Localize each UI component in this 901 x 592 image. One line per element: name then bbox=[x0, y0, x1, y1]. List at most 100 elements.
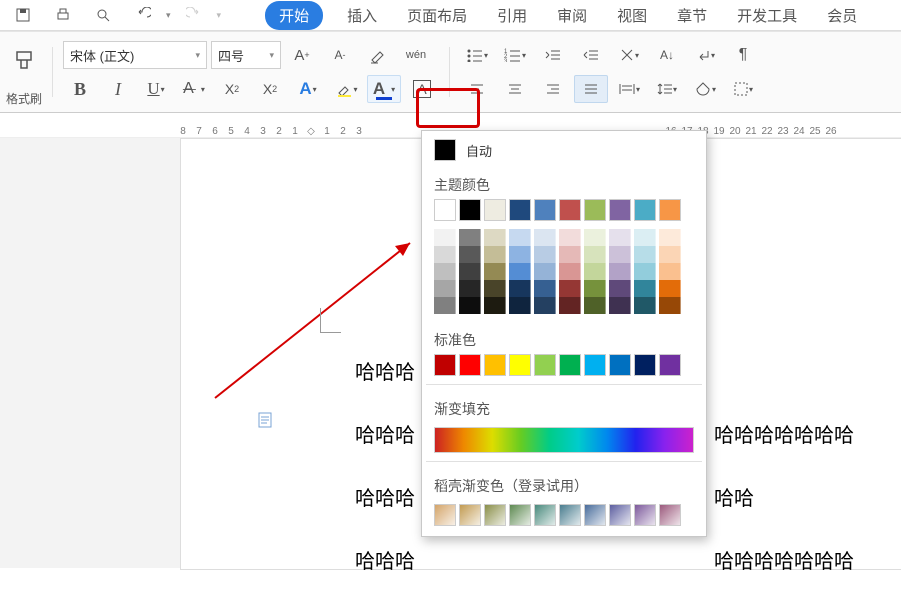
dropdown-caret-icon[interactable]: ▾ bbox=[217, 10, 222, 21]
color-swatch[interactable] bbox=[609, 199, 631, 221]
decrease-indent-button[interactable] bbox=[536, 41, 570, 69]
gradient-swatch[interactable] bbox=[484, 504, 506, 526]
undo-icon[interactable] bbox=[126, 4, 160, 26]
color-swatch[interactable] bbox=[534, 229, 556, 246]
strikethrough-button[interactable]: A—▾ bbox=[177, 75, 211, 103]
color-swatch[interactable] bbox=[559, 199, 581, 221]
page-options-icon[interactable] bbox=[256, 410, 278, 432]
gradient-swatch[interactable] bbox=[434, 504, 456, 526]
color-swatch[interactable] bbox=[534, 354, 556, 376]
color-swatch[interactable] bbox=[459, 229, 481, 246]
color-swatch[interactable] bbox=[584, 280, 606, 297]
text-line[interactable]: 哈哈 bbox=[714, 482, 754, 511]
align-center-button[interactable] bbox=[498, 75, 532, 103]
color-swatch[interactable] bbox=[659, 199, 681, 221]
color-swatch[interactable] bbox=[559, 297, 581, 314]
color-swatch[interactable] bbox=[584, 199, 606, 221]
line-spacing-button[interactable]: ▾ bbox=[650, 75, 684, 103]
color-swatch[interactable] bbox=[584, 297, 606, 314]
color-swatch[interactable] bbox=[484, 246, 506, 263]
color-swatch[interactable] bbox=[434, 229, 456, 246]
color-swatch[interactable] bbox=[584, 354, 606, 376]
color-swatch[interactable] bbox=[634, 263, 656, 280]
color-swatch[interactable] bbox=[634, 280, 656, 297]
color-swatch[interactable] bbox=[484, 354, 506, 376]
bold-button[interactable]: B bbox=[63, 75, 97, 103]
color-swatch[interactable] bbox=[584, 229, 606, 246]
color-swatch[interactable] bbox=[609, 246, 631, 263]
color-swatch[interactable] bbox=[609, 354, 631, 376]
color-swatch[interactable] bbox=[584, 263, 606, 280]
gradient-swatch[interactable] bbox=[609, 504, 631, 526]
color-swatch[interactable] bbox=[559, 229, 581, 246]
print-icon[interactable] bbox=[46, 4, 80, 26]
color-swatch[interactable] bbox=[559, 246, 581, 263]
color-swatch[interactable] bbox=[584, 246, 606, 263]
tab-developer[interactable]: 开发工具 bbox=[731, 1, 803, 30]
gradient-bar[interactable] bbox=[434, 427, 694, 453]
tab-start[interactable]: 开始 bbox=[265, 1, 323, 30]
color-swatch[interactable] bbox=[459, 246, 481, 263]
color-swatch[interactable] bbox=[509, 199, 531, 221]
gradient-swatch[interactable] bbox=[534, 504, 556, 526]
color-swatch[interactable] bbox=[459, 263, 481, 280]
color-swatch[interactable] bbox=[534, 263, 556, 280]
color-swatch[interactable] bbox=[484, 199, 506, 221]
tab-references[interactable]: 引用 bbox=[491, 1, 533, 30]
borders-button[interactable]: ▾ bbox=[726, 75, 760, 103]
show-marks-button[interactable]: ¶ bbox=[726, 41, 760, 69]
color-swatch[interactable] bbox=[434, 280, 456, 297]
redo-icon[interactable] bbox=[177, 4, 211, 26]
color-swatch[interactable] bbox=[434, 199, 456, 221]
color-swatch[interactable] bbox=[484, 263, 506, 280]
shading-button[interactable]: ▾ bbox=[688, 75, 722, 103]
color-swatch[interactable] bbox=[509, 297, 531, 314]
clear-format-button[interactable] bbox=[361, 41, 395, 69]
color-swatch[interactable] bbox=[509, 246, 531, 263]
color-swatch[interactable] bbox=[559, 280, 581, 297]
color-swatch[interactable] bbox=[634, 297, 656, 314]
sort-button[interactable]: A↓ bbox=[650, 41, 684, 69]
text-line[interactable]: 哈哈哈哈哈哈哈 bbox=[714, 419, 854, 448]
color-swatch[interactable] bbox=[434, 297, 456, 314]
color-swatch[interactable] bbox=[634, 229, 656, 246]
color-swatch[interactable] bbox=[484, 280, 506, 297]
increase-indent-button[interactable] bbox=[574, 41, 608, 69]
color-swatch[interactable] bbox=[534, 199, 556, 221]
gradient-swatch[interactable] bbox=[509, 504, 531, 526]
text-line[interactable]: 哈哈哈 bbox=[355, 419, 415, 448]
color-swatch[interactable] bbox=[659, 229, 681, 246]
bullets-button[interactable]: ▾ bbox=[460, 41, 494, 69]
font-name-select[interactable]: 宋体 (正文) ▾ bbox=[63, 41, 207, 69]
color-swatch[interactable] bbox=[434, 246, 456, 263]
color-swatch[interactable] bbox=[534, 297, 556, 314]
tab-insert[interactable]: 插入 bbox=[341, 1, 383, 30]
gradient-swatch[interactable] bbox=[659, 504, 681, 526]
color-swatch[interactable] bbox=[659, 297, 681, 314]
font-size-select[interactable]: 四号 ▾ bbox=[211, 41, 281, 69]
underline-button[interactable]: U▾ bbox=[139, 75, 173, 103]
text-line[interactable]: 哈哈哈 bbox=[355, 482, 415, 511]
save-icon[interactable] bbox=[6, 4, 40, 26]
color-swatch[interactable] bbox=[459, 199, 481, 221]
color-swatch[interactable] bbox=[634, 354, 656, 376]
color-swatch[interactable] bbox=[509, 229, 531, 246]
color-swatch[interactable] bbox=[559, 263, 581, 280]
tab-member[interactable]: 会员 bbox=[821, 1, 863, 30]
color-swatch[interactable] bbox=[534, 246, 556, 263]
color-swatch[interactable] bbox=[559, 354, 581, 376]
color-swatch[interactable] bbox=[459, 280, 481, 297]
auto-color-item[interactable]: 自动 bbox=[422, 131, 706, 169]
color-swatch[interactable] bbox=[459, 354, 481, 376]
color-swatch[interactable] bbox=[459, 297, 481, 314]
text-line[interactable]: 哈哈哈 bbox=[355, 545, 415, 574]
color-swatch[interactable] bbox=[609, 297, 631, 314]
numbering-button[interactable]: 123▾ bbox=[498, 41, 532, 69]
color-swatch[interactable] bbox=[434, 263, 456, 280]
color-swatch[interactable] bbox=[534, 280, 556, 297]
color-swatch[interactable] bbox=[659, 280, 681, 297]
color-swatch[interactable] bbox=[509, 354, 531, 376]
grow-font-button[interactable]: A+ bbox=[285, 41, 319, 69]
asian-layout-button[interactable]: ▾ bbox=[612, 41, 646, 69]
text-effects-button[interactable]: A▾ bbox=[291, 75, 325, 103]
